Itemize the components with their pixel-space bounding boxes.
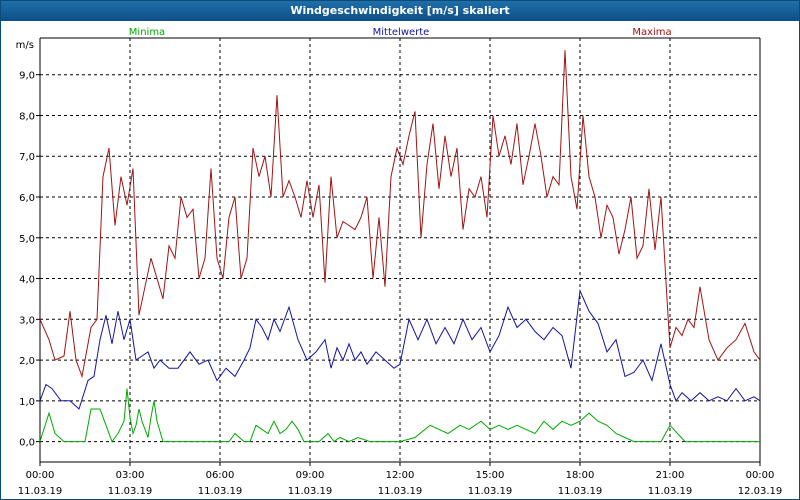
x-tick-time: 00:00 (26, 470, 55, 481)
x-tick-date: 11.03.19 (648, 486, 693, 497)
x-tick-date: 11.03.19 (378, 486, 423, 497)
y-tick-label: 3,0 (19, 315, 35, 326)
x-tick-date: 11.03.19 (18, 486, 63, 497)
x-tick-date: 11.03.19 (558, 486, 603, 497)
x-tick-time: 21:00 (656, 470, 685, 481)
y-tick-label: 1,0 (19, 397, 35, 408)
chart-legend: Minima Mittelwerte Maxima (129, 27, 672, 38)
x-tick-time: 09:00 (296, 470, 325, 481)
y-tick-label: 8,0 (19, 111, 35, 122)
wind-chart: 0,0 1,0 2,0 3,0 4,0 5,0 6,0 7,0 8,0 9,0 00:00 11.0… (16, 27, 783, 497)
y-tick-label: 6,0 (19, 193, 35, 204)
x-axis-labels: 00:00 11.03.19 03:00 11.03.19 06:00 11.03.19 0… (18, 470, 783, 497)
y-tick-label: 5,0 (19, 234, 35, 245)
y-tick-label: 9,0 (19, 71, 35, 82)
x-tick-date: 12.03.19 (738, 486, 783, 497)
chart-grid (40, 38, 760, 462)
series-line (39, 388, 760, 443)
x-tick-date: 11.03.19 (108, 486, 153, 497)
chart-axes (36, 37, 761, 466)
x-tick-time: 00:00 (746, 470, 775, 481)
x-tick-time: 15:00 (476, 470, 505, 481)
legend-entry: Mittelwerte (373, 27, 430, 38)
x-tick-time: 03:00 (116, 470, 145, 481)
x-tick-time: 06:00 (206, 470, 235, 481)
legend-entry: Maxima (632, 27, 671, 38)
y-axis-labels: 0,0 1,0 2,0 3,0 4,0 5,0 6,0 7,0 8,0 9,0 (19, 71, 35, 449)
x-tick-time: 12:00 (386, 470, 415, 481)
y-tick-label: 2,0 (19, 356, 35, 367)
y-axis-unit: m/s (16, 40, 34, 51)
legend-entry: Minima (129, 27, 165, 38)
y-tick-label: 7,0 (19, 152, 35, 163)
x-tick-date: 11.03.19 (288, 486, 333, 497)
x-tick-time: 18:00 (566, 470, 595, 481)
x-tick-date: 11.03.19 (468, 486, 513, 497)
x-tick-date: 11.03.19 (198, 486, 243, 497)
y-tick-label: 0,0 (19, 438, 35, 449)
y-tick-label: 4,0 (19, 275, 35, 286)
